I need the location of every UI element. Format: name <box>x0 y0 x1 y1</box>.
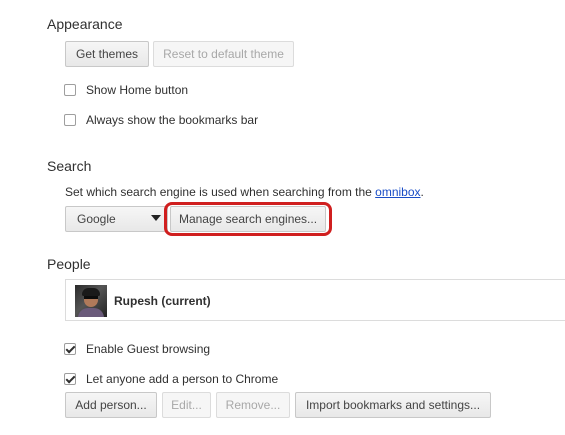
reset-theme-button[interactable]: Reset to default theme <box>153 41 294 67</box>
avatar <box>75 285 107 317</box>
get-themes-button[interactable]: Get themes <box>65 41 149 67</box>
appearance-section-title: Appearance <box>47 16 123 32</box>
show-bookmarks-checkbox[interactable] <box>64 114 76 126</box>
add-anyone-label: Let anyone add a person to Chrome <box>86 372 279 386</box>
guest-browsing-row[interactable]: Enable Guest browsing <box>64 342 210 356</box>
search-description-text: Set which search engine is used when sea… <box>65 185 376 199</box>
show-bookmarks-row[interactable]: Always show the bookmarks bar <box>64 113 258 127</box>
show-home-row[interactable]: Show Home button <box>64 83 188 97</box>
dropdown-arrow-icon <box>151 215 161 221</box>
add-anyone-row[interactable]: Let anyone add a person to Chrome <box>64 372 278 386</box>
profile-name: Rupesh (current) <box>114 294 211 308</box>
add-person-button[interactable]: Add person... <box>65 392 157 418</box>
search-description-end: . <box>420 185 424 199</box>
profile-list[interactable]: Rupesh (current) <box>65 279 565 321</box>
guest-browsing-checkbox[interactable] <box>64 343 76 355</box>
edit-person-button[interactable]: Edit... <box>162 392 211 418</box>
guest-browsing-label: Enable Guest browsing <box>86 342 211 356</box>
people-section-title: People <box>47 256 91 272</box>
search-engine-select[interactable]: Google <box>65 206 168 232</box>
show-bookmarks-label: Always show the bookmarks bar <box>86 113 259 127</box>
show-home-label: Show Home button <box>86 83 189 97</box>
search-engine-selected: Google <box>77 212 116 226</box>
show-home-checkbox[interactable] <box>64 84 76 96</box>
search-description: Set which search engine is used when sea… <box>65 185 424 199</box>
add-anyone-checkbox[interactable] <box>64 373 76 385</box>
import-bookmarks-button[interactable]: Import bookmarks and settings... <box>295 392 491 418</box>
highlight-annotation <box>164 202 332 236</box>
search-section-title: Search <box>47 158 92 174</box>
omnibox-link[interactable]: omnibox <box>375 185 420 199</box>
remove-person-button[interactable]: Remove... <box>216 392 290 418</box>
